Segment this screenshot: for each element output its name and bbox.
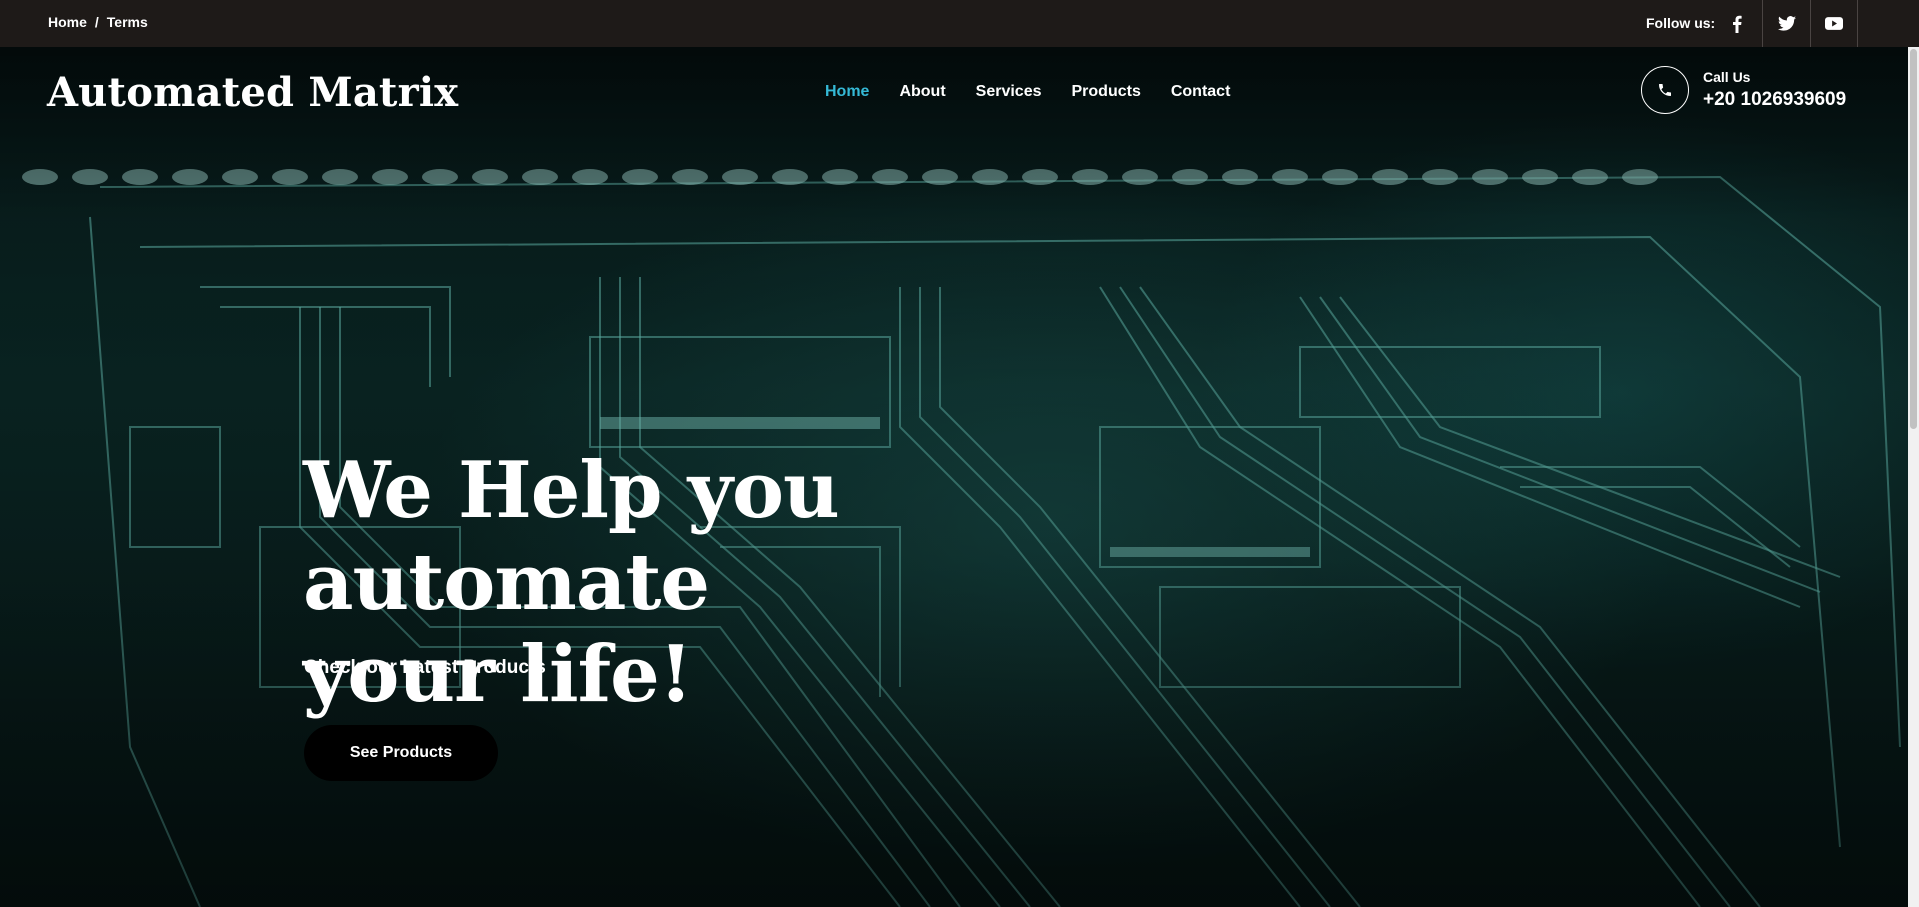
nav-home[interactable]: Home bbox=[825, 83, 869, 101]
call-us-block[interactable]: Call Us +20 1026939609 bbox=[1641, 66, 1846, 114]
hero-subheadline: Check our Latest Products bbox=[304, 657, 546, 678]
breadcrumb-separator: / bbox=[94, 14, 99, 30]
breadcrumb-terms[interactable]: Terms bbox=[107, 14, 148, 30]
page: Home / Terms Follow us: Automated Matrix… bbox=[0, 0, 1919, 907]
call-number[interactable]: +20 1026939609 bbox=[1703, 89, 1846, 111]
top-bar: Home / Terms Follow us: bbox=[0, 0, 1919, 47]
scrollbar-thumb[interactable] bbox=[1910, 49, 1917, 429]
hero-headline: We Help you automate your life! bbox=[303, 445, 1203, 721]
hero-headline-line1: We Help you automate bbox=[303, 445, 840, 628]
nav-contact[interactable]: Contact bbox=[1171, 83, 1231, 101]
breadcrumb: Home / Terms bbox=[48, 14, 148, 30]
call-label: Call Us bbox=[1703, 69, 1751, 85]
breadcrumb-home[interactable]: Home bbox=[48, 14, 87, 30]
brand-logo[interactable]: Automated Matrix bbox=[47, 69, 458, 116]
nav-products[interactable]: Products bbox=[1072, 83, 1141, 101]
nav-services[interactable]: Services bbox=[976, 83, 1042, 101]
facebook-icon[interactable] bbox=[1713, 0, 1760, 47]
call-text: Call Us +20 1026939609 bbox=[1703, 69, 1846, 111]
follow-label: Follow us: bbox=[1646, 15, 1716, 31]
nav-about[interactable]: About bbox=[899, 83, 945, 101]
phone-icon bbox=[1641, 66, 1689, 114]
hero-section: Automated Matrix Home About Services Pro… bbox=[0, 47, 1908, 907]
see-products-button[interactable]: See Products bbox=[304, 725, 498, 781]
youtube-icon[interactable] bbox=[1810, 0, 1858, 47]
twitter-icon[interactable] bbox=[1762, 0, 1811, 47]
page-scrollbar[interactable] bbox=[1908, 47, 1919, 907]
main-nav: Home About Services Products Contact bbox=[825, 83, 1260, 101]
